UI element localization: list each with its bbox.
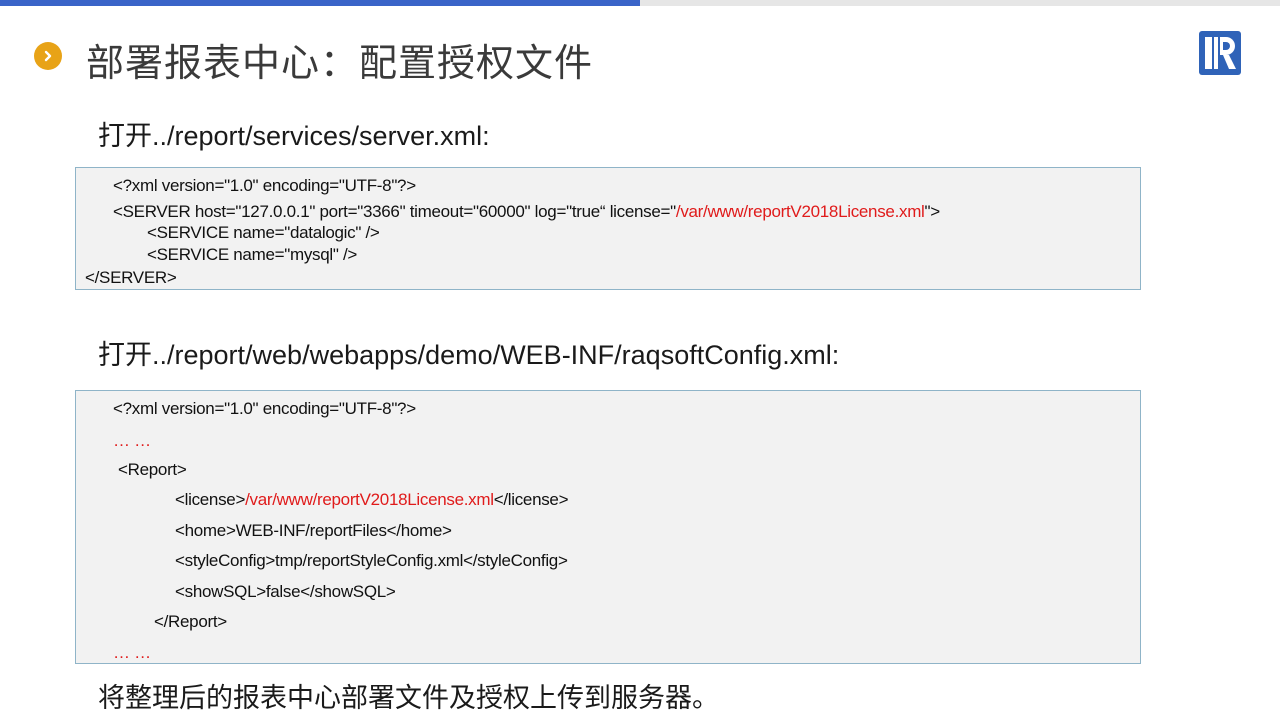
slide-progress-track bbox=[0, 0, 1280, 6]
raqsoft-logo-icon bbox=[1199, 31, 1241, 75]
code-line: <styleConfig>tmp/reportStyleConfig.xml</… bbox=[175, 551, 568, 570]
license-path-highlight: /var/www/reportV2018License.xml bbox=[245, 490, 494, 509]
code-line: <showSQL>false</showSQL> bbox=[175, 582, 396, 601]
raqsoft-config-code-block: <?xml version="1.0" encoding="UTF-8"?> …… bbox=[75, 390, 1141, 664]
license-path-highlight: /var/www/reportV2018License.xml bbox=[675, 202, 925, 221]
code-line: <?xml version="1.0" encoding="UTF-8"?> bbox=[113, 176, 416, 195]
code-line: </Report> bbox=[154, 612, 227, 631]
code-line: <SERVICE name="datalogic" /> bbox=[147, 223, 380, 242]
footer-instruction: 将整理后的报表中心部署文件及授权上传到服务器。 bbox=[98, 683, 719, 713]
ellipsis-line: … … bbox=[113, 431, 151, 450]
chevron-right-icon bbox=[34, 42, 62, 70]
code-line: <SERVER host="127.0.0.1" port="3366" tim… bbox=[113, 202, 940, 221]
server-xml-code-block: <?xml version="1.0" encoding="UTF-8"?> <… bbox=[75, 167, 1141, 290]
slide-progress-fill bbox=[0, 0, 640, 6]
server-xml-path: 打开../report/services/server.xml: bbox=[98, 121, 490, 151]
slide-title: 部署报表中心：配置授权文件 bbox=[86, 43, 594, 85]
code-line: </SERVER> bbox=[85, 268, 177, 287]
code-line: <license>/var/www/reportV2018License.xml… bbox=[175, 490, 569, 509]
code-line: <?xml version="1.0" encoding="UTF-8"?> bbox=[113, 399, 416, 418]
ellipsis-line: … … bbox=[113, 643, 151, 662]
code-line: <home>WEB-INF/reportFiles</home> bbox=[175, 521, 452, 540]
code-line: <Report> bbox=[118, 460, 187, 479]
code-line: <SERVICE name="mysql" /> bbox=[147, 245, 358, 264]
raqsoft-config-path: 打开../report/web/webapps/demo/WEB-INF/raq… bbox=[98, 340, 840, 370]
